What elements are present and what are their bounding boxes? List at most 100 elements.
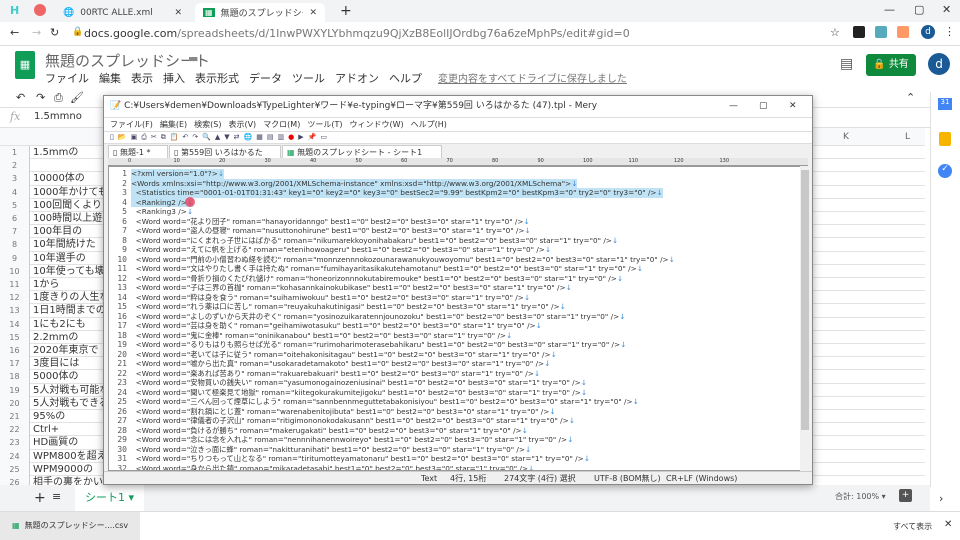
cell[interactable]: 2020年東京で [33, 344, 105, 357]
code-line[interactable]: <Words xmlns:xsi="http://www.w3.org/2001… [131, 178, 578, 188]
download-item[interactable]: ▦ 無題のスプレッドシー....csv [0, 512, 140, 540]
share-button[interactable]: 🔒 共有 [866, 54, 916, 76]
cell[interactable]: 1000年かけても [33, 186, 105, 199]
cell[interactable]: WPM9000の [33, 463, 105, 476]
code-line[interactable]: <Word word="安物買いの銭失い" roman="yasumonogai… [131, 378, 587, 388]
menu-item[interactable]: 表示(V) [228, 118, 256, 132]
find-up-icon[interactable]: ▲ [215, 132, 220, 143]
code-line[interactable]: <Word word="骨折り損のくたびれ儲け" roman="honeoriz… [131, 274, 623, 284]
row-number[interactable]: 6 [0, 212, 30, 226]
cell[interactable]: WPM800を超える [33, 450, 105, 463]
cell[interactable]: 95%の [33, 410, 105, 423]
calendar-icon[interactable]: 31 [938, 98, 952, 110]
code-line[interactable]: <Ranking3 />↓ [131, 207, 193, 217]
account-avatar[interactable]: d [928, 53, 950, 75]
close-button[interactable]: ✕ [789, 96, 797, 117]
code-line[interactable]: <Statistics time="0001-01-01T01:31:43" k… [131, 188, 663, 198]
column-header-k[interactable]: K [843, 128, 849, 146]
save-status[interactable]: 変更内容をすべてドライブに保存しました [438, 70, 627, 86]
cell[interactable]: 100時間以上遊べる [33, 212, 105, 225]
menu-item[interactable]: ツール(T) [307, 118, 342, 132]
row-number[interactable]: 15 [0, 330, 30, 344]
pin-icon[interactable]: 📌 [308, 132, 317, 143]
row-number[interactable]: 23 [0, 436, 30, 450]
undo-icon[interactable]: ↶ [182, 132, 188, 143]
menu-item[interactable]: ヘルプ(H) [411, 118, 447, 132]
row-number[interactable]: 3 [0, 172, 30, 186]
editor-tab[interactable]: ▯ 第559回 いろはかるた (47).tpl [169, 145, 281, 171]
record-macro-icon[interactable]: ● [288, 132, 294, 143]
collapse-icon[interactable]: ⌃ [906, 91, 915, 104]
formula-input[interactable]: 1.5mmno [34, 111, 82, 122]
cell[interactable]: 3度目には [33, 357, 105, 370]
close-icon[interactable]: ✕ [174, 8, 182, 18]
code-line[interactable]: <Word word="身から出た錆" roman="mikaradetasab… [131, 464, 535, 471]
minimize-button[interactable]: — [729, 96, 738, 117]
cut-icon[interactable]: ✂ [151, 132, 157, 143]
code-line[interactable]: <Word word="粋は身を食う" roman="suihamiwokuu"… [131, 293, 530, 303]
menu-item[interactable]: ファイル [45, 70, 89, 86]
editor-tab-active[interactable]: ▦ 無題のスプレッドシート - シート1 (3).csv * [282, 145, 442, 171]
menu-item[interactable]: 表示形式 [195, 70, 239, 86]
save-icon[interactable]: ▣ [131, 132, 138, 143]
column-header-l[interactable]: L [905, 128, 910, 146]
cell[interactable]: 1.5mmの [33, 146, 105, 159]
row-number[interactable]: 2 [0, 159, 30, 173]
row-number[interactable]: 20 [0, 396, 30, 410]
menu-item[interactable]: マクロ(M) [263, 118, 300, 132]
redo-icon[interactable]: ↷ [36, 91, 45, 104]
code-line[interactable]: <Word word="三べん回って煙草にしよう" roman="sannben… [131, 397, 639, 407]
menu-item[interactable]: ファイル(F) [110, 118, 153, 132]
menu-item[interactable]: 検索(S) [194, 118, 221, 132]
cell[interactable]: Ctrl+ [33, 423, 105, 436]
menu-item[interactable]: ウィンドウ(W) [349, 118, 403, 132]
explore-icon[interactable]: + [899, 489, 912, 502]
maximize-button[interactable]: ▢ [759, 96, 768, 117]
window-icon[interactable]: ▭ [320, 132, 327, 143]
cell[interactable]: 1日1時間までの [33, 304, 105, 317]
row-number[interactable]: 21 [0, 410, 30, 424]
add-sheet-button[interactable]: + [34, 490, 46, 506]
show-all-button[interactable]: すべて表示 [893, 521, 932, 532]
paint-format-icon[interactable]: 🖌 [70, 91, 84, 104]
code-line[interactable]: <Word word="盗人の昼寝" roman="nusuttonohirun… [131, 226, 531, 236]
code-line[interactable]: <Word word="花より団子" roman="hanayoridanngo… [131, 217, 530, 227]
code-line[interactable]: <Word word="老いては子に従う" roman="oitehakonis… [131, 350, 557, 360]
code-line[interactable]: <Word word="れう薬は口に苦し" roman="reuyakuhaku… [131, 302, 566, 312]
cell[interactable]: 1度きりの人生なら [33, 291, 105, 304]
print-icon[interactable]: ⎙ [141, 132, 147, 143]
row-number[interactable]: 10 [0, 264, 30, 278]
row-number[interactable]: 13 [0, 304, 30, 318]
row-number[interactable]: 1 [0, 146, 30, 160]
url-field[interactable]: docs.google.com/spreadsheets/d/1InwPWXYL… [84, 27, 630, 40]
doc-title[interactable]: 無題のスプレッドシート [45, 50, 210, 71]
row-number[interactable]: 18 [0, 370, 30, 384]
all-sheets-icon[interactable]: ≡ [52, 490, 61, 503]
browser-tab[interactable]: 🌐 00RTC ALLE.xml ✕ [55, 3, 190, 22]
menu-item[interactable]: アドオン [335, 70, 379, 86]
code-line[interactable]: <Word word="念には念を入れよ" roman="nennnihanen… [131, 435, 574, 445]
code-line[interactable]: <Word word="律儀者の子沢山" roman="ritigimonono… [131, 416, 575, 426]
view-icon[interactable]: ▦ [256, 132, 263, 143]
find-icon[interactable]: 🔍 [202, 132, 211, 143]
close-icon[interactable]: ✕ [309, 8, 317, 18]
text-editor-area[interactable]: 1 <?xml version="1.0"?>↓ 2 <Words xmlns:xsi… [108, 166, 808, 471]
code-line[interactable]: <Word word="芸は身を助く" roman="geihamiwotasu… [131, 321, 542, 331]
row-number[interactable]: 9 [0, 251, 30, 265]
reload-icon[interactable]: ↻ [50, 26, 59, 39]
view-icon[interactable]: ▥ [278, 132, 285, 143]
menu-item[interactable]: データ [249, 70, 282, 86]
keep-icon[interactable] [939, 132, 951, 146]
row-number[interactable]: 11 [0, 278, 30, 292]
cell[interactable]: 100回聞くより [33, 199, 105, 212]
code-line[interactable]: <Word word="にくまれっ子世にはばかる" roman="nikumar… [131, 236, 618, 246]
app-icon-2[interactable] [34, 4, 46, 16]
cell[interactable]: 1から [33, 278, 105, 291]
menu-item[interactable]: 編集(E) [160, 118, 187, 132]
row-number[interactable]: 25 [0, 462, 30, 476]
close-button[interactable]: ✕ [942, 3, 951, 16]
code-line[interactable]: <Word word="ちりつもって山となる" roman="tiritumot… [131, 454, 590, 464]
copy-icon[interactable]: ⧉ [161, 132, 166, 143]
forward-icon[interactable]: → [32, 26, 41, 39]
close-download-bar[interactable]: ✕ [944, 519, 952, 530]
